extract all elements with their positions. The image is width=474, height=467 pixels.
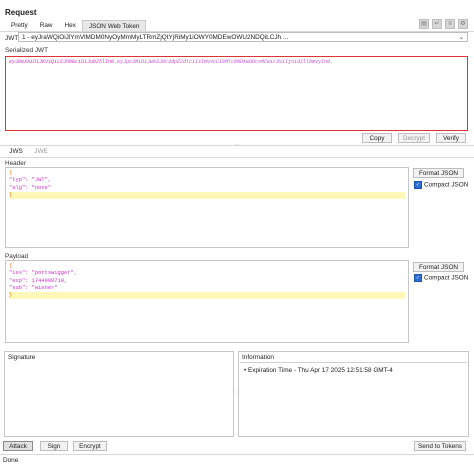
wrap-icon[interactable]: ≡ <box>445 19 455 29</box>
jwt-label: JWT <box>5 35 19 42</box>
header-compact-json-checkbox[interactable]: ✓ Compact JSON <box>414 181 468 189</box>
checkmark-icon: ✓ <box>414 274 422 282</box>
payload-compact-json-checkbox[interactable]: ✓ Compact JSON <box>414 274 468 282</box>
toolbar-icons: ▤ ↵ ≡ ⚙ <box>419 19 468 29</box>
divider <box>0 157 474 158</box>
jwt-select-value: 1 - eyJraWQiOiJlYmVlMDM0NyOyMmMyLTRmZjQt… <box>22 34 289 41</box>
decrypt-button[interactable]: Decrypt <box>398 133 430 143</box>
payload-editor[interactable]: { "iss": "portswigger", "exp": 174490871… <box>5 260 409 343</box>
divider <box>0 145 474 146</box>
divider <box>240 362 467 363</box>
code-line-highlighted: } <box>9 292 405 300</box>
header-label: Header <box>5 160 26 167</box>
header-editor[interactable]: { "typ": "JWT", "alg": "none" } <box>5 167 409 248</box>
tab-json-web-token[interactable]: JSON Web Token <box>81 20 147 31</box>
code-line: "sub": "wiener" <box>9 284 58 291</box>
panel-title: Request <box>5 8 37 17</box>
code-line: { <box>9 170 13 176</box>
bullet-icon: • <box>244 367 247 374</box>
view-toggle-icon[interactable]: ▤ <box>419 19 429 29</box>
verify-button[interactable]: Verify <box>436 133 466 143</box>
jwt-header-segment: eyJ0eXAiOiJKV1QiLCJhbGciOiJub25lIn0. <box>9 59 118 65</box>
information-panel: Information • Expiration Time - Thu Apr … <box>238 351 469 437</box>
jwt-payload-segment: eyJpc3MiOiJwb3J0c3dpZ2dlciIsImV4cCI6MTc0… <box>117 59 334 65</box>
send-to-tokens-button[interactable]: Send to Tokens <box>414 441 466 451</box>
code-line: { <box>9 263 13 269</box>
code-line: "alg": "none" <box>9 184 52 191</box>
jwt-select[interactable]: 1 - eyJraWQiOiJlYmVlMDM0NyOyMmMyLTRmZjQt… <box>18 32 468 42</box>
encrypt-button[interactable]: Encrypt <box>73 441 107 451</box>
code-line-highlighted: } <box>9 191 405 200</box>
subtab-jwe[interactable]: JWE <box>31 147 51 157</box>
sign-button[interactable]: Sign <box>40 441 68 451</box>
serialized-jwt-label: Serialized JWT <box>5 47 48 54</box>
serialized-jwt-editor[interactable]: eyJ0eXAiOiJKV1QiLCJhbGciOiJub25lIn0.eyJp… <box>5 56 468 131</box>
tab-hex[interactable]: Hex <box>59 20 82 31</box>
tab-pretty[interactable]: Pretty <box>5 20 34 31</box>
tab-raw[interactable]: Raw <box>34 20 59 31</box>
payload-format-json-button[interactable]: Format JSON <box>413 262 464 272</box>
settings-icon[interactable]: ⚙ <box>458 19 468 29</box>
newline-icon[interactable]: ↵ <box>432 19 442 29</box>
checkmark-icon: ✓ <box>414 181 422 189</box>
code-line: "typ": "JWT", <box>9 177 52 184</box>
code-line: "iss": "portswigger", <box>9 270 77 277</box>
code-line: "exp": 1744908710, <box>9 277 68 284</box>
payload-compact-json-label: Compact JSON <box>424 274 469 282</box>
information-item: • Expiration Time - Thu Apr 17 2025 12:5… <box>244 367 393 374</box>
signature-label: Signature <box>8 354 36 361</box>
header-compact-json-label: Compact JSON <box>424 181 469 189</box>
chevron-down-icon: ⌄ <box>458 34 464 41</box>
divider <box>0 454 474 455</box>
payload-label: Payload <box>5 253 29 260</box>
status-text: Done <box>3 457 19 464</box>
view-tabs: Pretty Raw Hex JSON Web Token <box>5 20 147 31</box>
signature-panel[interactable]: Signature <box>4 351 234 437</box>
attack-button[interactable]: Attack <box>3 441 33 451</box>
copy-button[interactable]: Copy <box>362 133 392 143</box>
header-format-json-button[interactable]: Format JSON <box>413 168 464 178</box>
